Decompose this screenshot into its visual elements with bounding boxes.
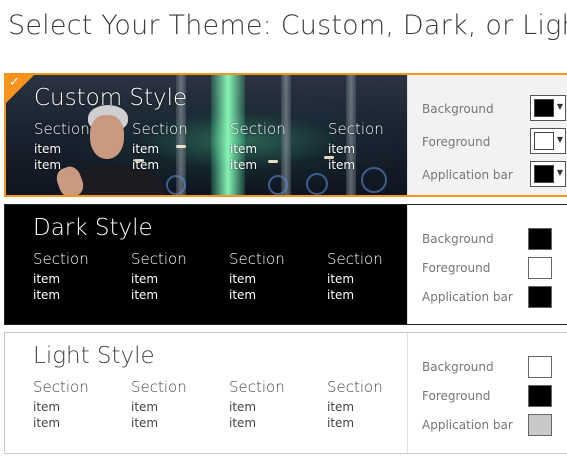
section-item: item (327, 416, 355, 430)
section-item: item (327, 272, 355, 286)
setting-label: Foreground (422, 389, 491, 403)
sections-custom: Section item item Section item item Sect… (34, 120, 407, 173)
section-item: item (33, 400, 61, 414)
section-item: item (327, 288, 355, 302)
section-item: item (131, 288, 159, 302)
section-item: item (327, 400, 355, 414)
section-header: Section (328, 120, 384, 138)
section-header: Section (34, 120, 90, 138)
setting-row-foreground: Foreground (408, 382, 567, 410)
setting-label: Application bar (422, 418, 513, 432)
section-item: item (230, 158, 258, 172)
setting-row-application-bar: Application bar (408, 283, 567, 311)
section-item: item (229, 288, 257, 302)
section-item: item (132, 142, 160, 156)
application-bar-color-picker[interactable]: ▼ (530, 161, 566, 187)
color-swatch-fill (534, 99, 554, 117)
section-item: item (34, 158, 62, 172)
sections-light: Section item item Section item item Sect… (33, 378, 407, 431)
chevron-down-icon: ▼ (556, 168, 563, 177)
section-item: item (131, 400, 159, 414)
section-item: item (131, 272, 159, 286)
theme-settings-dark: Background Foreground Application bar (407, 205, 567, 324)
background-color-picker[interactable]: ▼ (530, 95, 566, 121)
section-header: Section (229, 250, 285, 268)
theme-card-dark[interactable]: Dark Style Section item item Section ite… (4, 204, 567, 325)
color-swatch-fill (534, 165, 554, 183)
background-color-swatch (528, 356, 552, 378)
section-item: item (328, 158, 356, 172)
foreground-color-picker[interactable]: ▼ (530, 128, 566, 154)
setting-label: Foreground (422, 261, 491, 275)
section-column: Section item item (229, 378, 327, 431)
page-title: Select Your Theme: Custom, Dark, or Ligh… (8, 10, 567, 41)
section-column: Section item item (131, 378, 229, 431)
section-item: item (132, 158, 160, 172)
theme-settings-custom: Background ▼ Foreground ▼ Application ba… (407, 75, 567, 195)
section-header: Section (33, 378, 89, 396)
section-header: Section (229, 378, 285, 396)
setting-row-background: Background (408, 225, 567, 253)
section-column: Section item item (229, 250, 327, 303)
setting-row-background: Background ▼ (408, 95, 567, 123)
chevron-down-icon: ▼ (556, 102, 563, 111)
section-column: Section item item (327, 250, 407, 303)
section-column: Section item item (132, 120, 230, 173)
section-column: Section item item (327, 378, 407, 431)
section-item: item (33, 416, 61, 430)
section-item: item (230, 142, 258, 156)
theme-title-light: Light Style (33, 343, 155, 369)
section-header: Section (131, 250, 187, 268)
section-column: Section item item (34, 120, 132, 173)
foreground-color-swatch (528, 385, 552, 407)
theme-settings-light: Background Foreground Application bar (407, 333, 567, 453)
section-item: item (34, 142, 62, 156)
section-column: Section item item (230, 120, 328, 173)
section-header: Section (327, 250, 383, 268)
theme-title-custom: Custom Style (34, 85, 188, 111)
setting-row-foreground: Foreground ▼ (408, 128, 567, 156)
section-column: Section item item (33, 250, 131, 303)
section-item: item (131, 416, 159, 430)
setting-label: Background (422, 102, 494, 116)
theme-card-custom[interactable]: Custom Style Section item item Section i… (4, 73, 567, 197)
section-column: Section item item (33, 378, 131, 431)
section-item: item (229, 416, 257, 430)
sections-dark: Section item item Section item item Sect… (33, 250, 407, 303)
section-header: Section (230, 120, 286, 138)
theme-preview-dark: Dark Style Section item item Section ite… (5, 205, 407, 324)
setting-label: Background (422, 360, 494, 374)
setting-label: Foreground (422, 135, 491, 149)
application-bar-color-swatch (528, 414, 552, 436)
background-color-swatch (528, 228, 552, 250)
setting-row-application-bar: Application bar ▼ (408, 161, 567, 189)
section-header: Section (131, 378, 187, 396)
setting-row-foreground: Foreground (408, 254, 567, 282)
section-item: item (229, 400, 257, 414)
chevron-down-icon: ▼ (556, 135, 563, 144)
section-header: Section (132, 120, 188, 138)
section-item: item (33, 272, 61, 286)
theme-preview-light: Light Style Section item item Section it… (5, 333, 407, 453)
theme-preview-custom: Custom Style Section item item Section i… (6, 75, 407, 195)
section-item: item (229, 272, 257, 286)
theme-title-dark: Dark Style (33, 215, 153, 241)
foreground-color-swatch (528, 257, 552, 279)
section-item: item (328, 142, 356, 156)
setting-row-background: Background (408, 353, 567, 381)
setting-label: Application bar (422, 290, 513, 304)
section-header: Section (327, 378, 383, 396)
section-header: Section (33, 250, 89, 268)
theme-card-light[interactable]: Light Style Section item item Section it… (4, 332, 567, 454)
section-item: item (33, 288, 61, 302)
application-bar-color-swatch (528, 286, 552, 308)
setting-label: Background (422, 232, 494, 246)
color-swatch-fill (534, 132, 554, 150)
setting-label: Application bar (422, 168, 513, 182)
checkmark-icon: ✓ (9, 75, 20, 90)
theme-selection-page: Select Your Theme: Custom, Dark, or Ligh… (0, 0, 567, 460)
section-column: Section item item (328, 120, 407, 173)
section-column: Section item item (131, 250, 229, 303)
setting-row-application-bar: Application bar (408, 411, 567, 439)
